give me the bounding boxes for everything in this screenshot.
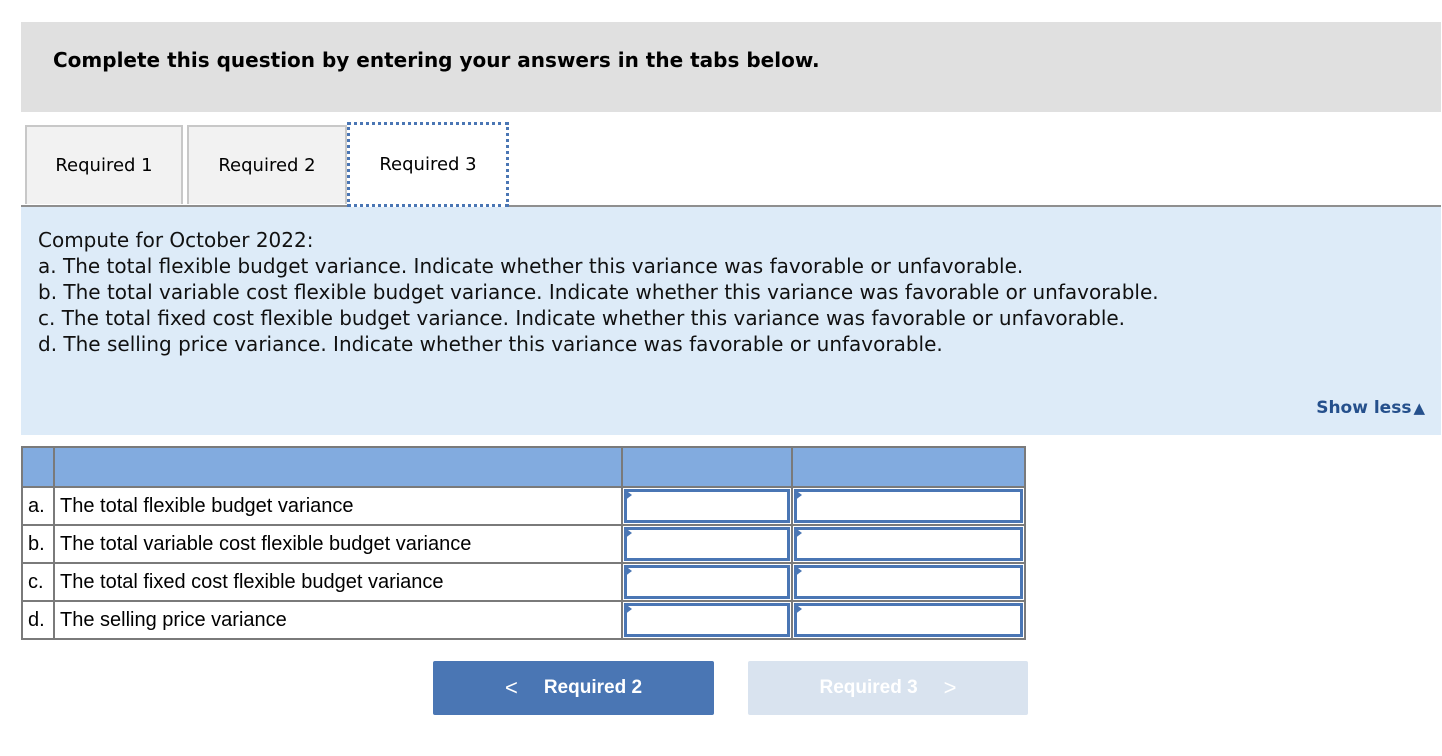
row-letter: c. [21,562,55,602]
amount-input-d[interactable] [627,606,787,634]
amount-cell [621,486,793,526]
type-cell [791,600,1026,640]
tab-required-2[interactable]: Required 2 [187,125,347,204]
prompt-text: Compute for October 2022: a. The total f… [38,227,1159,357]
amount-input-b[interactable] [627,530,787,558]
show-less-link[interactable]: Show less ▲ [1316,398,1425,418]
instructions-title: Complete this question by entering your … [53,48,820,72]
favorable-input-c[interactable] [797,568,1020,596]
tab-required-3[interactable]: Required 3 [347,122,509,207]
instructions-banner: Complete this question by entering your … [21,22,1441,112]
type-cell [791,524,1026,564]
amount-cell [621,524,793,564]
amount-input-c[interactable] [627,568,787,596]
header-cell-description [53,446,623,488]
table-row: a. The total flexible budget variance [21,486,1026,526]
row-description: The selling price variance [53,600,623,640]
table-header-row [21,446,1026,488]
type-cell [791,486,1026,526]
prompt-line-b: b. The total variable cost flexible budg… [38,280,1159,304]
row-description: The total flexible budget variance [53,486,623,526]
question-prompt: Compute for October 2022: a. The total f… [21,205,1441,435]
favorable-input-d[interactable] [797,606,1020,634]
table-row: d. The selling price variance [21,600,1026,640]
triangle-up-icon: ▲ [1413,399,1425,417]
next-tab-label: Required 3 [819,677,918,698]
prompt-line-d: d. The selling price variance. Indicate … [38,332,943,356]
chevron-right-icon: > [943,675,957,700]
prompt-line-intro: Compute for October 2022: [38,228,314,252]
row-letter: d. [21,600,55,640]
table-row: c. The total fixed cost flexible budget … [21,562,1026,602]
row-description: The total fixed cost flexible budget var… [53,562,623,602]
show-less-label: Show less [1316,398,1412,418]
favorable-input-a[interactable] [797,492,1020,520]
answer-table: a. The total flexible budget variance b.… [21,446,1026,640]
type-cell [791,562,1026,602]
prompt-line-c: c. The total fixed cost flexible budget … [38,306,1126,330]
next-tab-button[interactable]: Required 3 > [748,661,1028,715]
previous-tab-label: Required 2 [543,677,643,698]
amount-cell [621,600,793,640]
amount-cell [621,562,793,602]
header-cell-amount [621,446,793,488]
favorable-input-b[interactable] [797,530,1020,558]
row-description: The total variable cost flexible budget … [53,524,623,564]
table-row: b. The total variable cost flexible budg… [21,524,1026,564]
previous-tab-button[interactable]: < Required 2 [433,661,714,715]
amount-input-a[interactable] [627,492,787,520]
prompt-line-a: a. The total flexible budget variance. I… [38,254,1024,278]
row-letter: a. [21,486,55,526]
chevron-left-icon: < [504,675,518,700]
header-cell-letter [21,446,55,488]
header-cell-type [791,446,1026,488]
row-letter: b. [21,524,55,564]
tab-required-1[interactable]: Required 1 [25,125,183,204]
